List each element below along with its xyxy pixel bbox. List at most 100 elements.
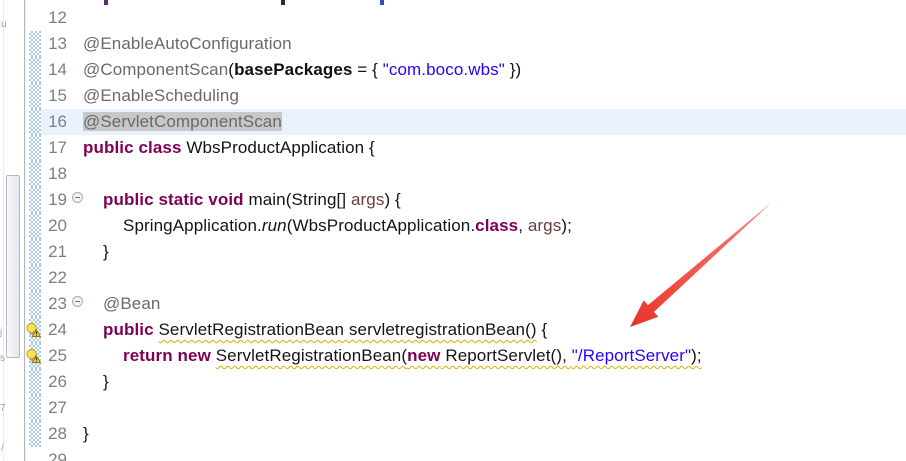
quick-diff-changed-bar [29, 83, 41, 109]
code-text[interactable] [83, 447, 906, 461]
code-segment: @ComponentScan [83, 60, 228, 79]
line-number: 16 [41, 109, 71, 135]
annotation-diff-column [25, 265, 41, 291]
fold-column [71, 447, 83, 461]
quickfix-warning-lightbulb-icon[interactable] [25, 348, 41, 364]
code-text[interactable] [83, 161, 906, 187]
line-number: 26 [41, 369, 71, 395]
code-line-20: 20SpringApplication.run(WbsProductApplic… [25, 213, 906, 239]
code-line-12: 12 [25, 5, 906, 31]
code-line-15: 15 @EnableScheduling [25, 83, 906, 109]
fold-column [71, 135, 83, 161]
code-segment: { [537, 320, 548, 339]
annotation-diff-column [25, 57, 41, 83]
code-text[interactable]: } [83, 239, 906, 265]
line-number: 21 [41, 239, 71, 265]
code-line-21: 21} [25, 239, 906, 265]
code-segment: = { [352, 60, 382, 79]
code-line-29: 29 [25, 447, 906, 461]
fold-collapse-icon[interactable] [72, 192, 83, 203]
fold-column [71, 265, 83, 291]
code-segment: @EnableAutoConfiguration [83, 34, 292, 53]
annotation-diff-column [25, 31, 41, 57]
code-line-25: 25 return new ServletRegistrationBean(new… [25, 343, 906, 369]
clipped-text-fragment: / [1, 444, 4, 454]
fold-column [71, 317, 83, 343]
adjacent-panel-sliver: ujs7/ [0, 0, 25, 461]
code-text[interactable]: } [83, 369, 906, 395]
quick-diff-changed-bar [29, 395, 41, 421]
line-number: 23 [41, 291, 71, 317]
code-text[interactable]: @EnableAutoConfiguration [83, 31, 906, 57]
quick-diff-changed-bar [29, 213, 41, 239]
code-segment: run [262, 216, 287, 235]
code-line-13: 13 @EnableAutoConfiguration [25, 31, 906, 57]
fold-collapse-icon[interactable] [72, 296, 83, 307]
code-segment: class [475, 216, 518, 235]
quick-diff-changed-bar [29, 265, 41, 291]
code-segment: args [528, 216, 561, 235]
code-segment: ) { [384, 190, 400, 209]
quick-diff-changed-bar [29, 57, 41, 83]
annotation-diff-column [25, 239, 41, 265]
code-segment: public static void [103, 190, 248, 209]
code-segment: basePackages [234, 60, 352, 79]
code-text[interactable]: public class WbsProductApplication { [83, 135, 906, 161]
clipped-text-fragment: j [0, 328, 2, 338]
code-segment: public class [83, 138, 186, 157]
code-segment: } [103, 242, 109, 261]
clipped-text-fragment: s [0, 354, 5, 364]
annotation-diff-column [25, 135, 41, 161]
code-text[interactable] [83, 5, 906, 31]
code-text[interactable]: SpringApplication.run(WbsProductApplicat… [83, 213, 906, 239]
code-segment: @Bean [103, 294, 160, 313]
line-number: 27 [41, 395, 71, 421]
fold-column [71, 187, 83, 213]
quick-diff-changed-bar [29, 109, 41, 135]
code-line-28: 28} [25, 421, 906, 447]
code-text[interactable] [83, 395, 906, 421]
code-text[interactable]: @ComponentScan(basePackages = { "com.boc… [83, 57, 906, 83]
panel-edge-line [3, 0, 4, 461]
java-code-editor[interactable]: 1213 @EnableAutoConfiguration 14@Component… [25, 0, 906, 461]
annotation-diff-column [25, 291, 41, 317]
line-number: 15 [41, 83, 71, 109]
line-number: 24 [41, 317, 71, 343]
code-segment: (WbsProductApplication. [287, 216, 475, 235]
code-segment: "/ReportServer" [572, 346, 691, 365]
code-line-19: 19public static void main(String[] args)… [25, 187, 906, 213]
panel-vertical-scrollbar[interactable] [6, 175, 20, 358]
code-text[interactable]: @EnableScheduling [83, 83, 906, 109]
fold-column [71, 5, 83, 31]
code-segment: ); [691, 346, 702, 365]
code-text[interactable]: public static void main(String[] args) { [83, 187, 906, 213]
code-line-17: 17 public class WbsProductApplication { [25, 135, 906, 161]
quickfix-warning-lightbulb-icon[interactable] [25, 322, 41, 338]
annotation-diff-column [25, 317, 41, 343]
fold-column [71, 161, 83, 187]
code-text[interactable]: @ServletComponentScan [83, 109, 906, 135]
code-line-14: 14@ComponentScan(basePackages = { "com.b… [25, 57, 906, 83]
annotation-diff-column [25, 395, 41, 421]
line-number: 13 [41, 31, 71, 57]
quick-diff-changed-bar [29, 239, 41, 265]
annotation-diff-column [25, 5, 41, 31]
code-text[interactable]: return new ServletRegistrationBean(new R… [83, 343, 906, 369]
quick-diff-changed-bar [29, 291, 41, 317]
annotation-diff-column [25, 421, 41, 447]
code-text[interactable]: @Bean [83, 291, 906, 317]
annotation-diff-column [25, 161, 41, 187]
line-number: 17 [41, 135, 71, 161]
fold-column [71, 369, 83, 395]
quick-diff-changed-bar [29, 369, 41, 395]
code-text[interactable]: public ServletRegistrationBean servletre… [83, 317, 906, 343]
code-text[interactable] [83, 265, 906, 291]
line-number: 25 [41, 343, 71, 369]
fold-column [71, 31, 83, 57]
code-line-27: 27 [25, 395, 906, 421]
code-rows: 1213 @EnableAutoConfiguration 14@Component… [25, 0, 906, 461]
code-text[interactable]: } [83, 421, 906, 447]
fold-column [71, 291, 83, 317]
fold-column [71, 109, 83, 135]
quick-diff-changed-bar [29, 161, 41, 187]
